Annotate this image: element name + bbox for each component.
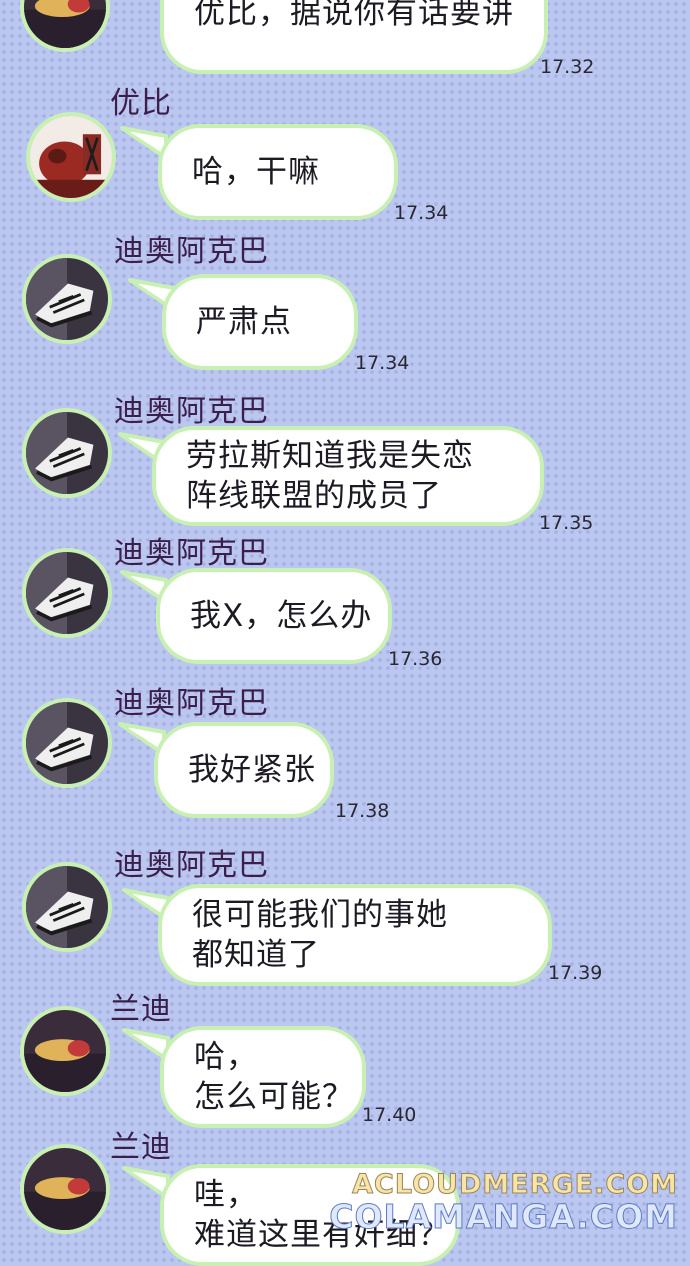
- bear-avatar[interactable]: [20, 1006, 110, 1096]
- message-text: 都知道了: [192, 937, 320, 973]
- message-bubble[interactable]: 严肃点: [162, 274, 358, 370]
- message-bubble[interactable]: 优比，据说你有话要讲: [160, 0, 548, 74]
- tiger-avatar[interactable]: [26, 112, 116, 202]
- message-timestamp: 17.32: [540, 56, 595, 78]
- message-text: 怎么可能？: [194, 1079, 354, 1115]
- chat-message: 迪奥阿克巴 劳拉斯知道我是失恋 阵线联盟的成员了 17.35: [0, 386, 690, 536]
- watermark-text: ACLOUDMERGE.COM: [352, 1169, 678, 1201]
- message-text: 我X，怎么办: [190, 598, 373, 634]
- message-timestamp: 17.36: [388, 648, 443, 670]
- chat-message: 迪奥阿克巴 我好紧张 17.38: [0, 678, 690, 822]
- bear-avatar[interactable]: [20, 1144, 110, 1234]
- chat-message: 迪奥阿克巴 严肃点 17.34: [0, 226, 690, 376]
- sneaker-avatar[interactable]: [22, 862, 112, 952]
- message-timestamp: 17.38: [335, 800, 390, 822]
- sender-name: 迪奥阿克巴: [114, 848, 269, 883]
- chat-message: 迪奥阿克巴 很可能我们的事她 都知道了 17.39: [0, 840, 690, 990]
- message-bubble[interactable]: 哈，干嘛: [158, 124, 398, 220]
- sender-name: 优比: [110, 86, 172, 121]
- message-text: 劳拉斯知道我是失恋: [186, 438, 474, 474]
- sender-name: 兰迪: [110, 992, 172, 1027]
- sender-name: 迪奥阿克巴: [114, 234, 269, 269]
- message-timestamp: 17.34: [355, 352, 410, 374]
- sender-name: 迪奥阿克巴: [114, 536, 269, 571]
- sneaker-avatar[interactable]: [22, 548, 112, 638]
- watermark-text: COLAMANGA.COM: [329, 1197, 678, 1237]
- message-timestamp: 17.39: [548, 962, 603, 984]
- message-bubble[interactable]: 我X，怎么办: [156, 568, 392, 664]
- bear-avatar[interactable]: [20, 0, 110, 52]
- message-text: 严肃点: [196, 304, 292, 340]
- message-bubble[interactable]: 很可能我们的事她 都知道了: [158, 884, 552, 986]
- sneaker-avatar[interactable]: [22, 408, 112, 498]
- sneaker-avatar[interactable]: [22, 698, 112, 788]
- sender-name: 迪奥阿克巴: [114, 394, 269, 429]
- message-bubble[interactable]: 劳拉斯知道我是失恋 阵线联盟的成员了: [152, 426, 544, 526]
- chat-message: 优比，据说你有话要讲 17.32: [0, 0, 690, 82]
- message-text: 阵线联盟的成员了: [186, 478, 442, 514]
- message-timestamp: 17.34: [394, 202, 449, 224]
- message-text: 我好紧张: [188, 752, 316, 788]
- chat-message: 迪奥阿克巴 我X，怎么办 17.36: [0, 528, 690, 670]
- chat-message: 优比 哈，干嘛 17.34: [0, 78, 690, 228]
- message-bubble[interactable]: 我好紧张: [154, 722, 334, 818]
- sneaker-avatar[interactable]: [22, 254, 112, 344]
- message-bubble[interactable]: 哈， 怎么可能？: [160, 1026, 366, 1128]
- message-text: 哈，: [194, 1039, 258, 1075]
- sender-name: 迪奥阿克巴: [114, 686, 269, 721]
- chat-thread: 优比，据说你有话要讲 17.32 优比 哈，干嘛 17.34 迪奥阿克巴 严肃点…: [0, 0, 690, 1266]
- message-text: 哈，干嘛: [192, 154, 320, 190]
- sender-name: 兰迪: [110, 1130, 172, 1165]
- chat-message: 兰迪 哈， 怎么可能？ 17.40: [0, 984, 690, 1134]
- message-text: 优比，据说你有话要讲: [194, 0, 514, 31]
- message-text: 很可能我们的事她: [192, 897, 448, 933]
